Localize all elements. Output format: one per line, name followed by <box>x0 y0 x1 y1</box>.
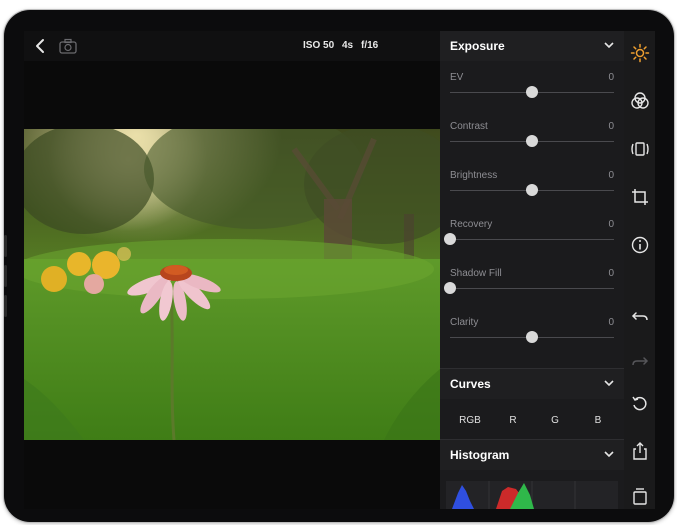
exposure-title: Exposure <box>450 39 505 53</box>
slider-label: Brightness <box>450 170 498 181</box>
photo-preview[interactable] <box>24 129 440 440</box>
slider-track[interactable] <box>450 288 614 289</box>
slider-thumb[interactable] <box>526 184 538 196</box>
slider-value: 0 <box>608 268 614 279</box>
flower-photo-image <box>24 129 440 440</box>
aperture-readout: f/16 <box>361 40 379 51</box>
slider-contrast[interactable]: Contrast 0 <box>440 115 624 164</box>
side-button <box>4 295 7 317</box>
slider-value: 0 <box>608 72 614 83</box>
tool-column <box>624 31 655 509</box>
slider-shadow-fill[interactable]: Shadow Fill 0 <box>440 262 624 311</box>
slider-track[interactable] <box>450 239 614 240</box>
histogram-title: Histogram <box>450 448 510 462</box>
slider-label: Recovery <box>450 219 493 230</box>
slider-label: EV <box>450 72 464 83</box>
shutter-readout: 4s <box>342 40 354 51</box>
slider-thumb[interactable] <box>444 233 456 245</box>
exposure-section-header[interactable]: Exposure <box>440 31 624 61</box>
slider-thumb[interactable] <box>444 282 456 294</box>
volume-button <box>4 235 7 257</box>
color-circles-icon[interactable] <box>630 91 650 111</box>
slider-value: 0 <box>608 170 614 181</box>
slider-value: 0 <box>608 317 614 328</box>
chevron-down-icon <box>604 42 614 49</box>
slider-ev[interactable]: EV 0 <box>440 66 624 115</box>
slider-brightness[interactable]: Brightness 0 <box>440 164 624 213</box>
crop-icon[interactable] <box>630 187 650 207</box>
lens-correction-icon[interactable] <box>630 139 650 159</box>
chevron-down-icon <box>604 451 614 458</box>
slider-thumb[interactable] <box>526 135 538 147</box>
volume-button-2 <box>4 265 7 287</box>
slider-label: Clarity <box>450 317 479 328</box>
slider-value: 0 <box>608 121 614 132</box>
image-toolbar: ISO 50 4s f/16 <box>24 31 440 61</box>
tablet-device: ISO 50 4s f/16 Exposure EV 0 Contrast 0 … <box>4 10 674 522</box>
back-chevron-icon[interactable] <box>32 36 50 56</box>
curve-channel-g[interactable]: G <box>535 415 575 426</box>
slider-label: Contrast <box>450 121 488 132</box>
slider-recovery[interactable]: Recovery 0 <box>440 213 624 262</box>
redo-icon <box>632 357 649 366</box>
adjustments-panel: Exposure EV 0 Contrast 0 Brightness 0 Re… <box>440 31 624 509</box>
share-icon[interactable] <box>630 441 650 461</box>
sun-icon[interactable] <box>630 43 650 63</box>
slider-thumb[interactable] <box>526 86 538 98</box>
slider-label: Shadow Fill <box>450 268 502 279</box>
curve-channel-r[interactable]: R <box>493 415 533 426</box>
curve-channel-b[interactable]: B <box>578 415 618 426</box>
histogram-graph <box>446 481 618 509</box>
slider-clarity[interactable]: Clarity 0 <box>440 311 624 360</box>
histogram-bars <box>452 481 576 509</box>
histogram-section-header[interactable]: Histogram <box>440 440 624 470</box>
slider-thumb[interactable] <box>526 331 538 343</box>
curve-channel-rgb[interactable]: RGB <box>450 415 490 426</box>
curves-title: Curves <box>450 377 491 391</box>
iso-readout: ISO 50 <box>303 40 335 51</box>
camera-icon[interactable] <box>58 37 78 55</box>
chevron-down-icon <box>604 380 614 387</box>
app-screen: ISO 50 4s f/16 Exposure EV 0 Contrast 0 … <box>24 31 655 509</box>
layers-icon[interactable] <box>630 486 650 506</box>
curves-section-header[interactable]: Curves <box>440 369 624 399</box>
undo-icon[interactable] <box>630 306 650 326</box>
slider-value: 0 <box>608 219 614 230</box>
info-icon[interactable] <box>630 235 650 255</box>
reset-icon[interactable] <box>630 394 650 414</box>
